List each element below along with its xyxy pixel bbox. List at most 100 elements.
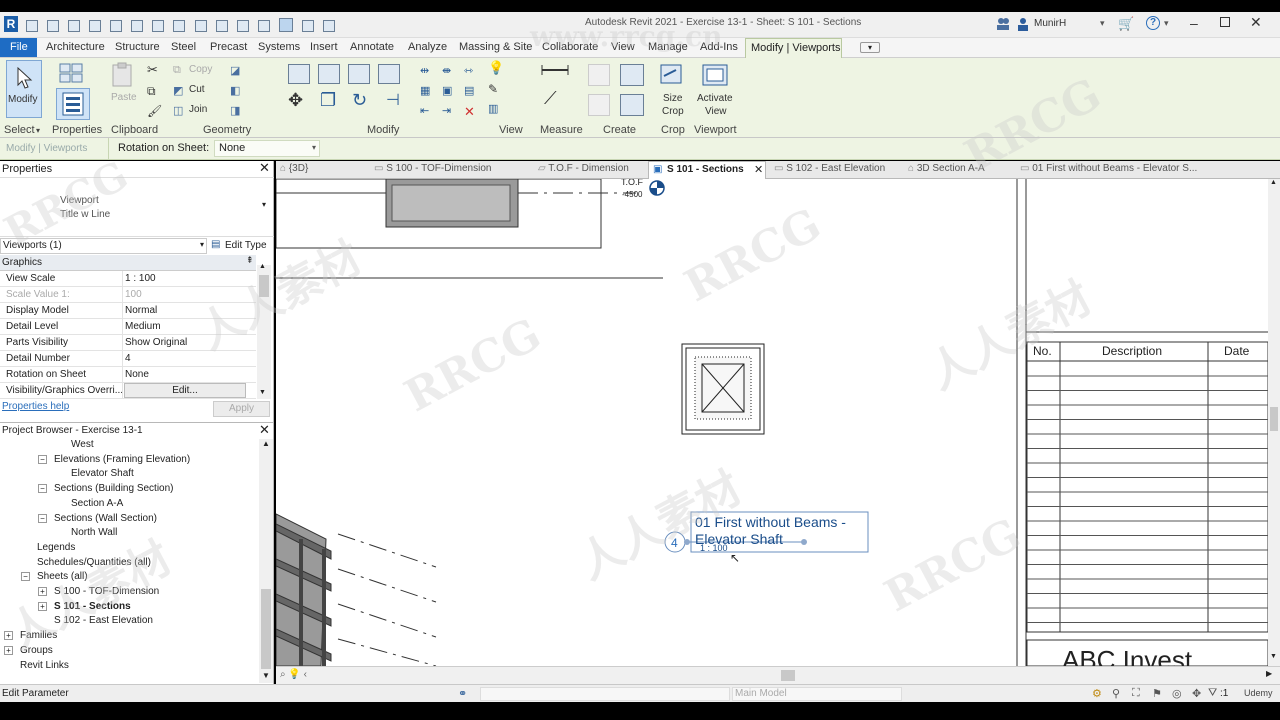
tab-manage[interactable]: Manage xyxy=(648,41,688,53)
ribbon-minimize-icon[interactable]: ▾ xyxy=(860,42,880,53)
properties-close-icon[interactable]: ✕ xyxy=(259,160,270,176)
activate-view-icon[interactable] xyxy=(700,62,730,88)
instance-filter-select[interactable]: Viewports (1) ▾ xyxy=(0,238,207,254)
create-assembly-icon[interactable] xyxy=(588,64,610,86)
array-icon[interactable]: ▦ xyxy=(420,84,430,97)
cart-icon[interactable]: 🛒 xyxy=(1118,16,1134,32)
paste-icon[interactable] xyxy=(110,62,134,88)
tab-steel[interactable]: Steel xyxy=(171,41,196,53)
print-icon[interactable] xyxy=(152,20,165,32)
panel-select-label[interactable]: Select xyxy=(4,124,35,136)
visibility-edit-button[interactable]: Edit... xyxy=(124,383,246,398)
worksets-icon[interactable]: ⚭ xyxy=(458,687,467,700)
sync-icon[interactable] xyxy=(89,20,102,32)
expand-icon[interactable]: + xyxy=(4,645,13,655)
open-icon[interactable] xyxy=(26,20,38,32)
browser-close-icon[interactable]: ✕ xyxy=(259,422,270,438)
new-icon[interactable] xyxy=(47,20,60,32)
size-crop-label-2[interactable]: Crop xyxy=(662,106,684,117)
select-pinned-icon[interactable]: ⚑ xyxy=(1152,687,1162,700)
view-control-bar-icon[interactable]: ⌕ 💡 ‹ xyxy=(280,669,307,680)
editable-only-icon[interactable]: ⚙ xyxy=(1092,687,1102,700)
delete-icon[interactable]: ✕ xyxy=(464,104,475,120)
switch-windows-icon[interactable] xyxy=(322,20,335,32)
browser-scroll-up-icon[interactable]: ▲ xyxy=(262,439,270,448)
view-filter-icon[interactable]: ▥ xyxy=(488,102,498,115)
hscroll-thumb[interactable] xyxy=(781,670,795,681)
help-dropdown-icon[interactable]: ▾ xyxy=(1164,18,1169,29)
pin-icon[interactable]: ▤ xyxy=(464,84,474,97)
browser-scroll-thumb[interactable] xyxy=(261,589,271,669)
edit-type-button[interactable]: ▤ Edit Type xyxy=(211,238,271,254)
tab-analyze[interactable]: Analyze xyxy=(408,41,447,53)
hide-lightbulb-icon[interactable]: 💡 xyxy=(488,60,504,76)
user-name[interactable]: MunirH xyxy=(1034,18,1066,29)
create-group-icon[interactable] xyxy=(620,64,644,86)
tab-add-ins[interactable]: Add-Ins xyxy=(700,41,738,53)
graphics-group-header[interactable]: Graphics ⇞ xyxy=(0,255,256,271)
rotation-select[interactable]: None ▾ xyxy=(214,140,320,157)
tab-insert[interactable]: Insert xyxy=(310,41,338,53)
collapse-group-icon[interactable]: ⇞ xyxy=(246,255,254,266)
trim-multi-icon[interactable]: ⇤ xyxy=(420,104,429,117)
activate-view-label-1[interactable]: Activate xyxy=(697,93,733,104)
thin-lines-icon[interactable] xyxy=(278,18,293,32)
offset-icon[interactable] xyxy=(318,64,340,84)
activate-view-label-2[interactable]: View xyxy=(705,106,727,117)
tab-collaborate[interactable]: Collaborate xyxy=(542,41,598,53)
properties-button[interactable] xyxy=(56,88,90,120)
tab-tof-dimension[interactable]: ▱ T.O.F - Dimension xyxy=(538,163,629,174)
properties-scrollbar[interactable]: ▲ ▼ xyxy=(257,263,271,399)
prop-row-detail-number[interactable]: Detail Number 4 xyxy=(0,351,256,367)
help-icon[interactable]: ? xyxy=(1146,16,1160,30)
move-icon[interactable]: ✥ xyxy=(288,90,303,111)
hscroll-right-icon[interactable]: ▶ xyxy=(1266,669,1272,678)
tab-precast[interactable]: Precast xyxy=(210,41,247,53)
match-type-icon[interactable]: 🖌 xyxy=(147,104,162,118)
cut-scissors-icon[interactable]: ✂ xyxy=(147,62,158,78)
drawing-canvas[interactable]: T.O.F -4500 4 01 First without Beams - E… xyxy=(276,179,1268,666)
type-dropdown-icon[interactable]: ▾ xyxy=(262,200,266,209)
browser-scrollbar[interactable]: ▲ ▼ xyxy=(259,439,273,683)
prop-row-display-model[interactable]: Display Model Normal xyxy=(0,303,256,319)
trim-icon[interactable]: ⊣ xyxy=(386,90,400,110)
viewport-title-line-1[interactable]: 01 First without Beams - xyxy=(695,514,846,530)
collapse-icon[interactable]: − xyxy=(38,454,47,464)
tab-view[interactable]: View xyxy=(611,41,635,53)
tab-elevator-shaft[interactable]: ▭ 01 First without Beams - Elevator S... xyxy=(1020,163,1197,174)
people-icon[interactable] xyxy=(996,17,1010,31)
drag-elements-icon[interactable]: ✥ xyxy=(1192,687,1201,700)
extend-icon[interactable]: ⇥ xyxy=(442,104,451,117)
select-dropdown-icon[interactable]: ▾ xyxy=(36,126,40,135)
tab-close-icon[interactable]: ✕ xyxy=(754,163,763,176)
scroll-down-icon[interactable]: ▼ xyxy=(259,389,266,396)
expand-icon[interactable]: + xyxy=(4,631,13,641)
create-similar-icon[interactable] xyxy=(620,94,644,116)
scale-icon[interactable]: ▣ xyxy=(442,84,452,97)
wall-joins-icon[interactable]: ◪ xyxy=(230,64,240,77)
cut-label[interactable]: Cut xyxy=(189,84,205,95)
type-properties-icon[interactable] xyxy=(58,62,86,86)
override-graphics-icon[interactable]: ✎ xyxy=(488,82,498,96)
vscroll-up-icon[interactable]: ▲ xyxy=(1270,179,1277,186)
select-links-icon[interactable]: ⚲ xyxy=(1112,687,1120,700)
canvas-hscroll[interactable]: ⌕ 💡 ‹ ▶ xyxy=(276,666,1280,684)
redo-icon[interactable] xyxy=(131,20,144,32)
modify-button[interactable]: Modify xyxy=(6,60,42,118)
section-icon[interactable] xyxy=(257,20,270,32)
undo-icon[interactable] xyxy=(110,20,123,32)
3d-view-icon[interactable] xyxy=(236,20,249,32)
design-option-select[interactable]: Main Model xyxy=(732,687,902,701)
close-hidden-icon[interactable] xyxy=(301,20,314,32)
join-label[interactable]: Join xyxy=(189,104,207,115)
unpin-icon[interactable]: ⇿ xyxy=(464,64,473,77)
collapse-icon[interactable]: − xyxy=(21,572,30,582)
instance-filter-dropdown-icon[interactable]: ▾ xyxy=(200,240,204,249)
rotation-dropdown-icon[interactable]: ▾ xyxy=(312,143,316,152)
align-icon[interactable] xyxy=(288,64,310,84)
copy-element-icon[interactable]: ❐ xyxy=(320,90,336,111)
mirror-draw-icon[interactable] xyxy=(378,64,400,84)
tab-architecture[interactable]: Architecture xyxy=(46,41,105,53)
text-icon[interactable] xyxy=(215,20,228,32)
minimize-icon[interactable]: – xyxy=(1190,15,1198,31)
